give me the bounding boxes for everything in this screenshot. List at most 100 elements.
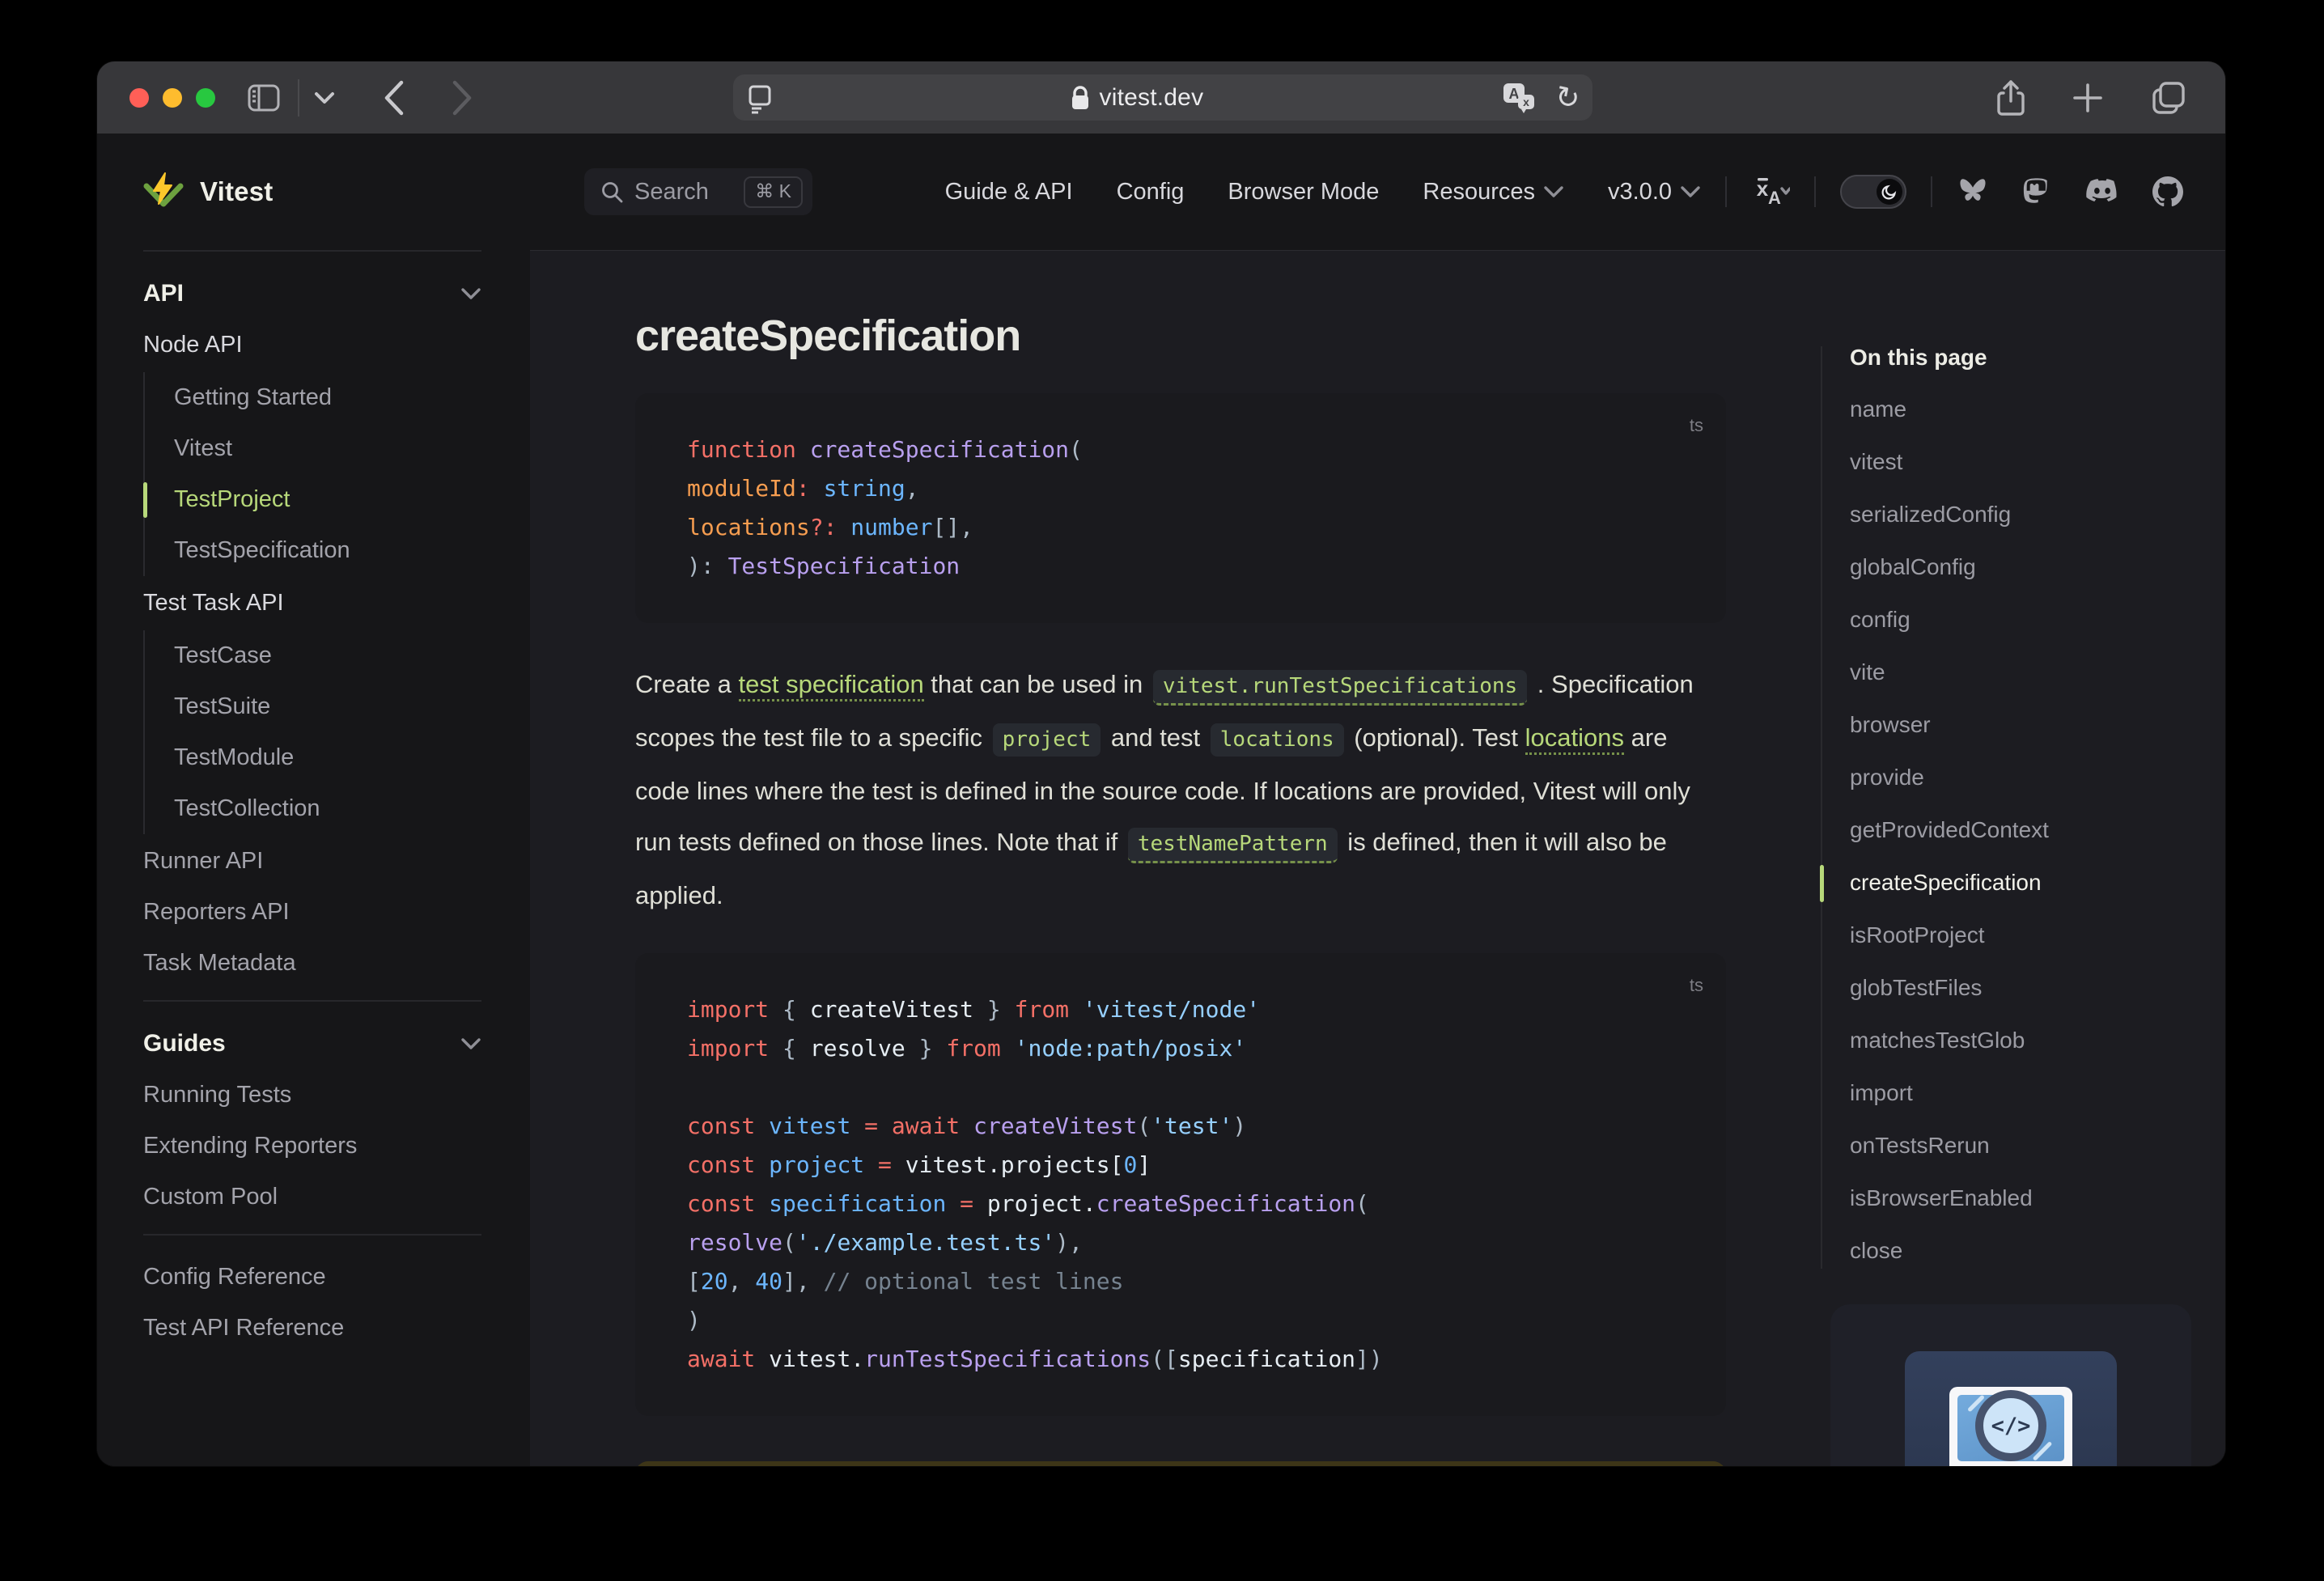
code-line: import { resolve } from 'node:path/posix… xyxy=(687,1035,1247,1062)
code-line: const project = vitest.projects[0] xyxy=(687,1151,1151,1178)
zoom-window-button[interactable] xyxy=(196,87,215,108)
sidebar-group-guides[interactable]: Guides xyxy=(143,1018,481,1070)
outline-item-getprovidedcontext[interactable]: getProvidedContext xyxy=(1850,803,2225,856)
outline-item-config[interactable]: config xyxy=(1850,593,2225,646)
outline-title: On this page xyxy=(1850,345,1987,370)
sidebar-item-test-api-reference[interactable]: Test API Reference xyxy=(143,1303,481,1354)
inline-link[interactable]: test specification xyxy=(738,670,924,701)
traffic-lights xyxy=(129,87,215,108)
sidebar-item-testproject[interactable]: TestProject xyxy=(143,474,481,525)
close-window-button[interactable] xyxy=(129,87,149,108)
code-line: ): TestSpecification xyxy=(687,553,961,579)
sidebar-item-running-tests[interactable]: Running Tests xyxy=(143,1070,481,1121)
sidebar-item-task-metadata[interactable]: Task Metadata xyxy=(143,938,481,989)
discord-icon[interactable] xyxy=(2084,177,2120,206)
github-icon[interactable] xyxy=(2152,176,2183,207)
sponsor-ad[interactable]: </> xyxy=(1830,1304,2191,1466)
nav-link-label: v3.0.0 xyxy=(1608,178,1672,205)
browser-window: vitest.dev A x ↻ Vitest API Node API Get… xyxy=(97,61,2225,1466)
nav-link-config[interactable]: Config xyxy=(1117,179,1185,206)
webpage: Vitest API Node API Getting Started Vitest T… xyxy=(97,134,2225,1466)
translate-page-icon[interactable]: A x xyxy=(1502,82,1537,114)
outline-item-isrootproject[interactable]: isRootProject xyxy=(1850,909,2225,961)
site-logo[interactable]: Vitest xyxy=(143,134,481,250)
inline-link[interactable]: testNamePattern xyxy=(1127,828,1338,863)
navbar-divider xyxy=(1931,176,1932,207)
sidebar-item-reporters-api[interactable]: Reporters API xyxy=(143,887,481,938)
sidebar-toggle-icon[interactable] xyxy=(248,84,280,112)
nav-link-resources[interactable]: Resources xyxy=(1423,179,1564,206)
mastodon-icon[interactable] xyxy=(2021,176,2052,208)
outline-item-browser[interactable]: browser xyxy=(1850,698,2225,751)
bluesky-icon[interactable] xyxy=(1957,177,1989,206)
sidebar-item-custom-pool[interactable]: Custom Pool xyxy=(143,1172,481,1223)
sidebar-item-node-api[interactable]: Node API xyxy=(143,320,481,371)
sidebar-item-testsuite[interactable]: TestSuite xyxy=(174,681,481,732)
reader-icon[interactable] xyxy=(748,82,772,114)
theme-toggle[interactable] xyxy=(1840,175,1906,209)
outline-item-serializedconfig[interactable]: serializedConfig xyxy=(1850,488,2225,540)
nav-link-browser-mode[interactable]: Browser Mode xyxy=(1228,179,1379,206)
sidebar-item-test-task-api[interactable]: Test Task API xyxy=(143,578,481,629)
code-line: [20, 40], // optional test lines xyxy=(687,1268,1124,1295)
nav-link-label: Browser Mode xyxy=(1228,178,1380,205)
theme-knob xyxy=(1877,179,1902,205)
warning-callout: WARNING createSpecification expects reso… xyxy=(635,1461,1726,1466)
minimize-window-button[interactable] xyxy=(163,87,182,108)
code-line: ) xyxy=(687,1307,701,1333)
lock-icon xyxy=(1071,85,1088,109)
reload-icon[interactable]: ↻ xyxy=(1552,78,1583,117)
code-search-icon: </> xyxy=(1975,1390,2046,1461)
share-icon[interactable] xyxy=(1997,79,2025,116)
outline-item-ontestsrerun[interactable]: onTestsRerun xyxy=(1850,1119,2225,1172)
site-title: Vitest xyxy=(200,176,274,206)
chevron-down-icon xyxy=(460,1037,481,1050)
sidebar-item-config-reference[interactable]: Config Reference xyxy=(143,1252,481,1303)
outline-item-matchestestglob[interactable]: matchesTestGlob xyxy=(1850,1014,2225,1066)
outline-item-vite[interactable]: vite xyxy=(1850,646,2225,698)
url-display[interactable]: vitest.dev xyxy=(772,84,1502,112)
sidebar-item-testcollection[interactable]: TestCollection xyxy=(174,783,481,834)
new-tab-icon[interactable] xyxy=(2072,82,2104,114)
sidebar-chevron-down-icon[interactable] xyxy=(314,91,335,104)
sidebar-item-extending-reporters[interactable]: Extending Reporters xyxy=(143,1121,481,1172)
outline-item-globalconfig[interactable]: globalConfig xyxy=(1850,540,2225,593)
forward-icon[interactable] xyxy=(452,80,473,116)
code-lang-badge: ts xyxy=(1689,415,1703,435)
sidebar-item-testspecification[interactable]: TestSpecification xyxy=(174,525,481,576)
outline-item-createspecification[interactable]: createSpecification xyxy=(1850,856,2225,909)
outline-item-vitest[interactable]: vitest xyxy=(1850,435,2225,488)
sidebar-item-vitest[interactable]: Vitest xyxy=(174,423,481,474)
sidebar-group-api[interactable]: API xyxy=(143,268,481,320)
outline-item-close[interactable]: close xyxy=(1850,1224,2225,1277)
outline-item-isbrowserenabled[interactable]: isBrowserEnabled xyxy=(1850,1172,2225,1224)
code-line: locations?: number[], xyxy=(687,514,974,540)
sidebar-item-testmodule[interactable]: TestModule xyxy=(174,732,481,783)
code-block-example: ts import { createVitest } from 'vitest/… xyxy=(635,953,1726,1416)
outline-item-globtestfiles[interactable]: globTestFiles xyxy=(1850,961,2225,1014)
back-icon[interactable] xyxy=(384,80,405,116)
code-block-signature: ts function createSpecification( moduleI… xyxy=(635,393,1726,623)
docs-sidebar: Vitest API Node API Getting Started Vitest T… xyxy=(97,134,530,1466)
outline-item-provide[interactable]: provide xyxy=(1850,751,2225,803)
nav-link-label: Guide & API xyxy=(944,178,1073,205)
address-bar[interactable]: vitest.dev A x ↻ xyxy=(733,74,1592,121)
language-icon[interactable]: x A xyxy=(1751,175,1790,209)
outline-item-name[interactable]: name xyxy=(1850,383,2225,435)
top-navbar: Search ⌘ K Guide & API Config Browser Mode… xyxy=(530,134,2225,251)
nav-link-guide-api[interactable]: Guide & API xyxy=(945,179,1073,206)
inline-link[interactable]: locations xyxy=(1525,723,1625,755)
tab-overview-icon[interactable] xyxy=(2151,80,2186,116)
code-line: const specification = project.createSpec… xyxy=(687,1190,1369,1217)
sidebar-item-getting started[interactable]: Getting Started xyxy=(174,372,481,423)
theme-moon-icon xyxy=(1881,184,1897,200)
sidebar-item-testcase[interactable]: TestCase xyxy=(174,630,481,681)
sidebar-item-runner-api[interactable]: Runner API xyxy=(143,836,481,887)
code-line: resolve('./example.test.ts'), xyxy=(687,1229,1083,1256)
outline-active-marker xyxy=(1820,865,1824,902)
nav-link-v3-0-0[interactable]: v3.0.0 xyxy=(1608,179,1701,206)
outline-item-import[interactable]: import xyxy=(1850,1066,2225,1119)
search-input[interactable]: Search ⌘ K xyxy=(584,168,812,215)
inline-link[interactable]: vitest.runTestSpecifications xyxy=(1152,670,1528,706)
